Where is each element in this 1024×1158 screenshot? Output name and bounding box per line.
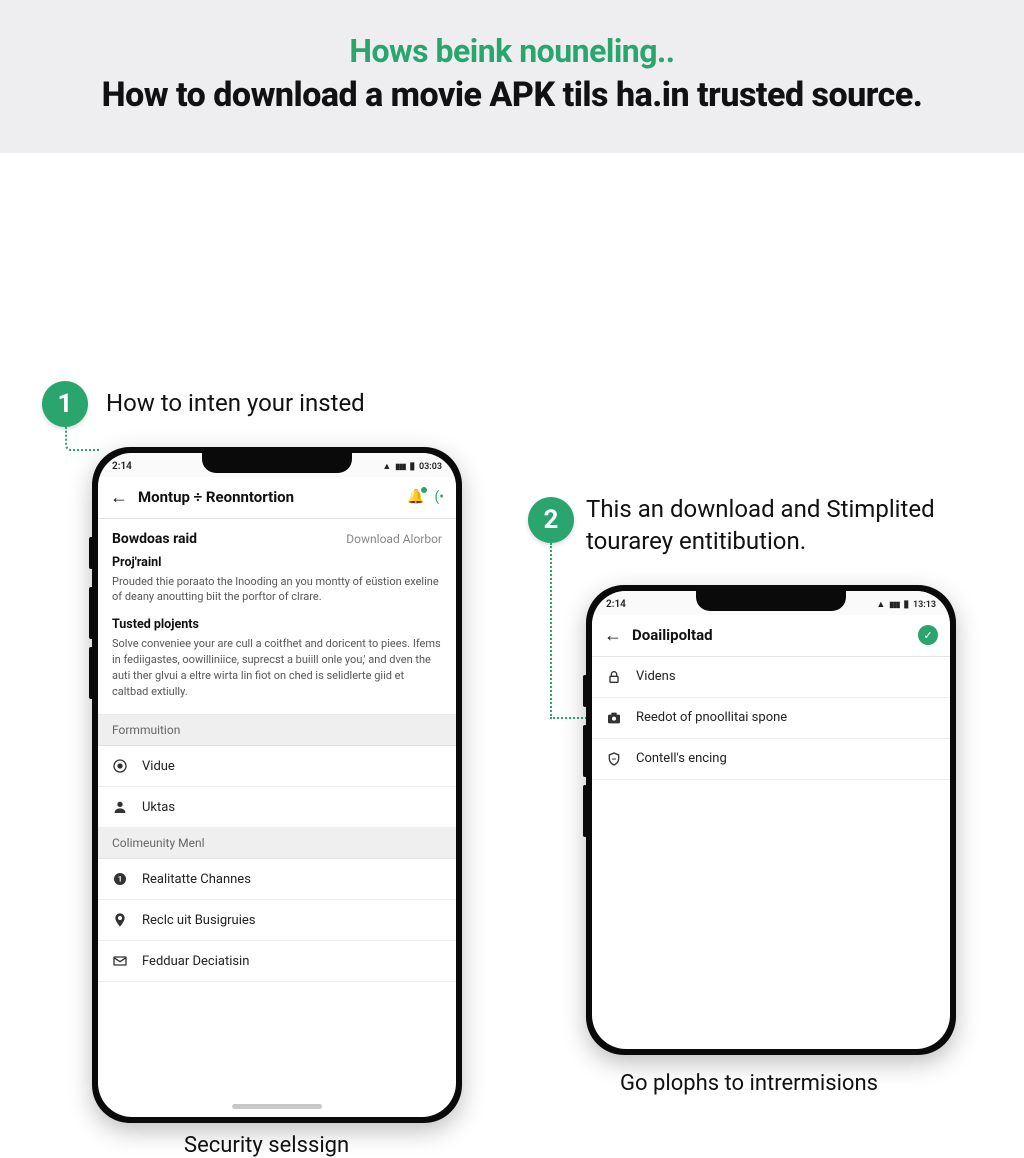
wifi-icon: [876, 599, 885, 610]
phone2-caption: Go plophs to intrermisions: [620, 1071, 878, 1096]
signal-icon: [395, 462, 405, 472]
list-item-label: Vidue: [142, 759, 175, 774]
connector-line-1: [65, 427, 99, 451]
list-item[interactable]: Reedot of pnoollitai spone: [592, 698, 950, 739]
card-subtitle: Proj'rainl: [112, 555, 442, 570]
status-right-text: 13:13: [913, 600, 936, 610]
status-icons: 03:03: [382, 461, 442, 472]
card-body-2: Solve conveniee your are cull a coitfhet…: [112, 636, 442, 700]
phone-icon[interactable]: (•: [434, 489, 444, 505]
back-icon[interactable]: ←: [604, 625, 622, 646]
list-item[interactable]: Fedduar Deciatisin: [98, 941, 456, 982]
list-item-label: Fedduar Deciatisin: [142, 954, 249, 969]
lock-icon: [606, 669, 622, 685]
list-item[interactable]: Vidue: [98, 746, 456, 787]
app-bar-title: Doailipoltad: [632, 626, 908, 644]
list-item-label: Contell's encing: [636, 751, 727, 766]
battery-icon: [903, 599, 909, 610]
section-header-1: Formmuition: [98, 715, 456, 746]
list-item-label: Uktas: [142, 800, 175, 815]
pin-icon: [112, 912, 128, 928]
back-icon[interactable]: ←: [110, 487, 128, 508]
card-body: Prouded thie poraato the lnooding an you…: [112, 574, 442, 606]
svg-text:1: 1: [118, 875, 122, 884]
check-icon[interactable]: ✓: [918, 625, 938, 645]
list-item[interactable]: Videns: [592, 657, 950, 698]
gesture-bar: [232, 1104, 322, 1109]
section-header-2: Colimeunity Menl: [98, 828, 456, 859]
person-icon: [112, 799, 128, 815]
header-title: How to download a movie APK tils ha.in t…: [40, 74, 984, 117]
bell-icon[interactable]: 🔔: [407, 489, 424, 505]
status-icons: 13:13: [876, 599, 936, 610]
card-title: Bowdoas raid: [112, 531, 197, 547]
list-item-label: Reedot of pnoollitai spone: [636, 710, 787, 725]
phone-mockup-1: 2:14 03:03 ← Montup ÷ Reonntortion 🔔 (• …: [92, 447, 462, 1123]
download-link[interactable]: Download Alorbor: [346, 532, 442, 546]
list-item[interactable]: Uktas: [98, 787, 456, 828]
phone-notch: [202, 453, 352, 473]
step-2-badge: 2: [528, 497, 574, 543]
card-subtitle-2: Tusted plojents: [112, 617, 442, 632]
app-bar: ← Montup ÷ Reonntortion 🔔 (•: [98, 477, 456, 519]
header-subtitle: Hows beink nouneling..: [40, 32, 984, 70]
app-bar: ← Doailipoltad ✓: [592, 615, 950, 657]
list-item-label: Videns: [636, 669, 676, 684]
connector-line-2a: [550, 543, 552, 719]
connector-line-2b: [550, 717, 590, 719]
list-item[interactable]: 1 Realitatte Channes: [98, 859, 456, 900]
list-item-label: Reclc uit Busigruies: [142, 913, 255, 928]
header: Hows beink nouneling.. How to download a…: [0, 0, 1024, 153]
phone-notch: [696, 591, 846, 611]
list-item-label: Realitatte Channes: [142, 872, 251, 887]
step-1-badge: 1: [42, 381, 88, 427]
shield-icon: [606, 751, 622, 767]
camera-icon: [606, 710, 622, 726]
phone-mockup-2: 2:14 13:13 ← Doailipoltad ✓ Videns Reedo…: [586, 585, 956, 1055]
status-right-text: 03:03: [419, 462, 442, 472]
info-card-1: Bowdoas raid Download Alorbor Proj'rainl…: [98, 519, 456, 716]
list-item[interactable]: Contell's encing: [592, 739, 950, 780]
target-icon: [112, 758, 128, 774]
app-bar-title: Montup ÷ Reonntortion: [138, 488, 397, 506]
phone1-caption: Security selssign: [184, 1133, 349, 1158]
signal-icon: [889, 600, 899, 610]
wifi-icon: [382, 461, 391, 472]
battery-icon: [409, 461, 415, 472]
step-2-text: This an download and Stimplited tourarey…: [586, 493, 986, 558]
status-time: 2:14: [112, 461, 132, 472]
list-item[interactable]: Reclc uit Busigruies: [98, 900, 456, 941]
status-time: 2:14: [606, 599, 626, 610]
mail-icon: [112, 953, 128, 969]
step-1-text: How to inten your insted: [106, 389, 365, 417]
badge1-icon: 1: [112, 871, 128, 887]
